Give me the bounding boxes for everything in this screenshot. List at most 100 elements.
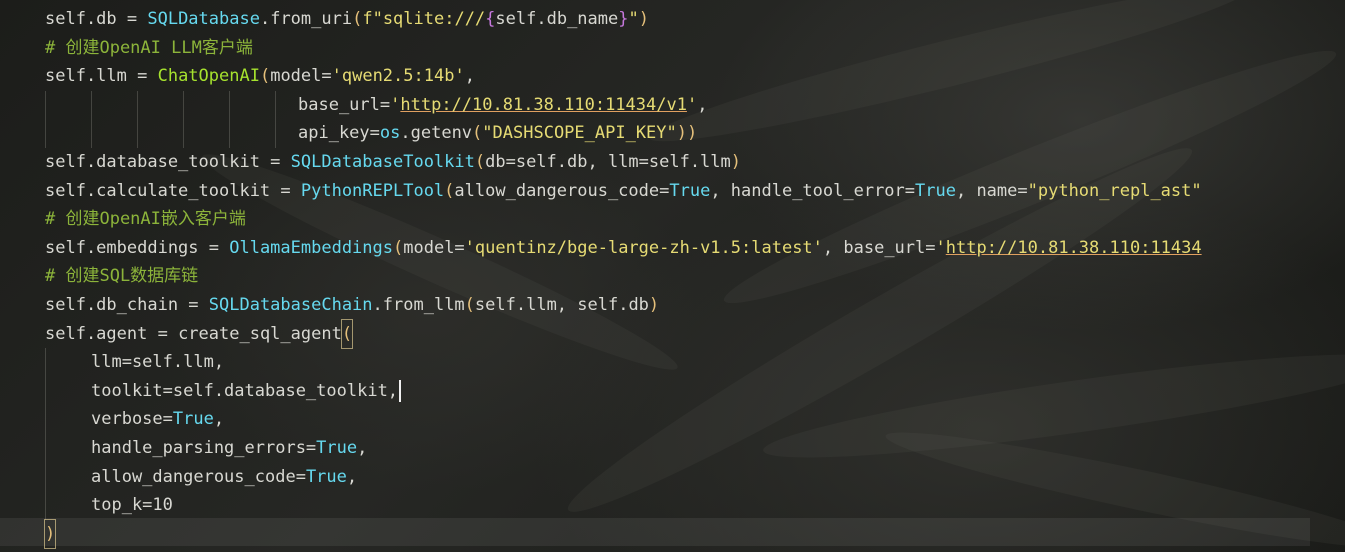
code-url-link[interactable]: http://10.81.38.110:11434/v1 — [400, 95, 687, 115]
code-token: self.db_chain = — [45, 294, 209, 315]
code-token: ' — [686, 94, 698, 115]
code-token: PythonREPLTool — [300, 180, 445, 201]
code-line-15[interactable]: verbose=True, — [0, 405, 1345, 434]
code-token: getenv — [410, 123, 473, 144]
code-token: from_llm — [382, 294, 465, 315]
code-editor[interactable]: self.db = SQLDatabase.from_uri(f"sqlite:… — [0, 0, 1345, 552]
indent-guide — [45, 405, 46, 434]
code-token: ( — [474, 151, 486, 172]
code-token: ( — [259, 66, 271, 87]
indent-guide — [45, 491, 46, 520]
code-token: True — [316, 437, 358, 458]
code-token: ) — [730, 151, 742, 172]
code-line-5[interactable]: api_key=os.getenv("DASHSCOPE_API_KEY")) — [0, 119, 1345, 148]
code-line-4[interactable]: base_url='http://10.81.38.110:11434/v1', — [0, 90, 1345, 120]
code-token: . — [372, 294, 383, 315]
code-token: ) — [638, 9, 649, 29]
code-token: top_k= — [91, 495, 153, 516]
indent-guide — [229, 90, 230, 120]
indent-guide — [183, 90, 184, 120]
indent-guide — [229, 119, 230, 148]
code-token: ' — [935, 237, 946, 258]
code-token: allow_dangerous_code= — [91, 466, 306, 487]
code-token: SQLDatabaseToolkit — [290, 151, 475, 172]
indent-guide — [45, 119, 46, 148]
code-token: "DASHSCOPE_API_KEY" — [482, 123, 677, 144]
indent-guide — [137, 90, 138, 120]
code-token: self.database_toolkit = — [45, 151, 291, 172]
code-line-13[interactable]: llm=self.llm, — [0, 348, 1345, 377]
code-token: db=self.db, llm=self.llm — [485, 151, 731, 172]
code-token: handle_parsing_errors= — [91, 437, 317, 458]
code-token: llm=self.llm, — [91, 352, 225, 373]
code-line-19[interactable]: ) — [0, 518, 1345, 550]
code-token: self.llm = — [45, 66, 158, 87]
code-token: from_uri — [270, 9, 353, 29]
code-line-17[interactable]: allow_dangerous_code=True, — [0, 462, 1345, 492]
code-token: 'quentinz/bge-large-zh-v1.5:latest' — [464, 237, 823, 258]
code-area[interactable]: self.db = SQLDatabase.from_uri(f"sqlite:… — [0, 0, 1345, 550]
code-line-6[interactable]: self.database_toolkit = SQLDatabaseToolk… — [0, 148, 1345, 177]
code-token: ( — [352, 9, 363, 29]
code-token: SQLDatabaseChain — [208, 294, 373, 315]
code-token: ( — [393, 237, 404, 258]
code-token: ( — [472, 123, 483, 144]
code-token: , handle_tool_error= — [710, 180, 916, 201]
code-token: 'qwen2.5:14b' — [331, 66, 465, 87]
indent-guide — [137, 119, 138, 148]
code-token: self.agent = — [45, 323, 179, 344]
code-line-16[interactable]: handle_parsing_errors=True, — [0, 433, 1345, 463]
code-token: self.db_name — [495, 9, 619, 29]
code-line-18[interactable]: top_k=10 — [0, 491, 1345, 520]
code-comment: # 创建OpenAI LLM客户端 — [45, 37, 253, 58]
code-token: . — [400, 123, 411, 144]
code-token: , base_url= — [822, 237, 936, 258]
code-comment: # 创建SQL数据库链 — [45, 266, 199, 287]
code-token: toolkit=self.database_toolkit, — [91, 380, 399, 401]
code-token: model= — [403, 237, 465, 258]
indent-guide — [45, 462, 46, 492]
code-token: ) — [648, 294, 660, 315]
code-line-14[interactable]: toolkit=self.database_toolkit, — [0, 376, 1345, 406]
text-cursor — [399, 379, 402, 402]
indent-guide — [275, 119, 276, 148]
indent-guide — [91, 119, 92, 148]
code-token: f"sqlite:/// — [362, 9, 486, 29]
code-token: 10 — [152, 495, 173, 516]
code-line-12[interactable]: self.agent = create_sql_agent( — [0, 318, 1345, 350]
code-token: ' — [390, 94, 401, 115]
indent-guide — [45, 433, 46, 463]
code-token: True — [915, 180, 956, 201]
indent-guide — [45, 376, 46, 406]
code-token: True — [669, 180, 711, 201]
code-url-link[interactable]: http://10.81.38.110:11434 — [946, 238, 1202, 258]
code-token: , name= — [955, 180, 1028, 201]
code-token: , — [346, 466, 358, 487]
code-token: SQLDatabase — [147, 9, 260, 29]
code-token: create_sql_agent — [178, 323, 342, 344]
code-token: ( — [464, 294, 475, 315]
code-token: , — [213, 409, 225, 430]
code-token: os — [379, 123, 401, 144]
code-token: , — [697, 94, 708, 115]
code-line-9[interactable]: self.embeddings = OllamaEmbeddings(model… — [0, 234, 1345, 263]
code-token: verbose= — [91, 409, 173, 430]
code-token: " — [628, 9, 639, 29]
code-token: api_key= — [298, 123, 380, 144]
code-token: , — [357, 437, 368, 458]
code-token: self.embeddings = — [45, 237, 230, 258]
indent-guide — [45, 90, 46, 120]
code-comment: # 创建OpenAI嵌入客户端 — [45, 209, 246, 230]
bracket-match-open: ( — [340, 318, 354, 350]
bracket-match-close: ) — [43, 518, 57, 550]
code-line-2[interactable]: # 创建OpenAI LLM客户端 — [0, 34, 1345, 63]
code-line-3[interactable]: self.llm = ChatOpenAI(model='qwen2.5:14b… — [0, 62, 1345, 91]
code-line-8[interactable]: # 创建OpenAI嵌入客户端 — [0, 205, 1345, 234]
code-token: . — [259, 9, 271, 29]
code-token: OllamaEmbeddings — [229, 237, 393, 258]
code-line-7[interactable]: self.calculate_toolkit = PythonREPLTool(… — [0, 177, 1345, 206]
code-line-11[interactable]: self.db_chain = SQLDatabaseChain.from_ll… — [0, 291, 1345, 320]
code-token: self.calculate_toolkit = — [45, 180, 301, 201]
code-line-1[interactable]: self.db = SQLDatabase.from_uri(f"sqlite:… — [0, 5, 1345, 34]
code-line-10[interactable]: # 创建SQL数据库链 — [0, 262, 1345, 291]
